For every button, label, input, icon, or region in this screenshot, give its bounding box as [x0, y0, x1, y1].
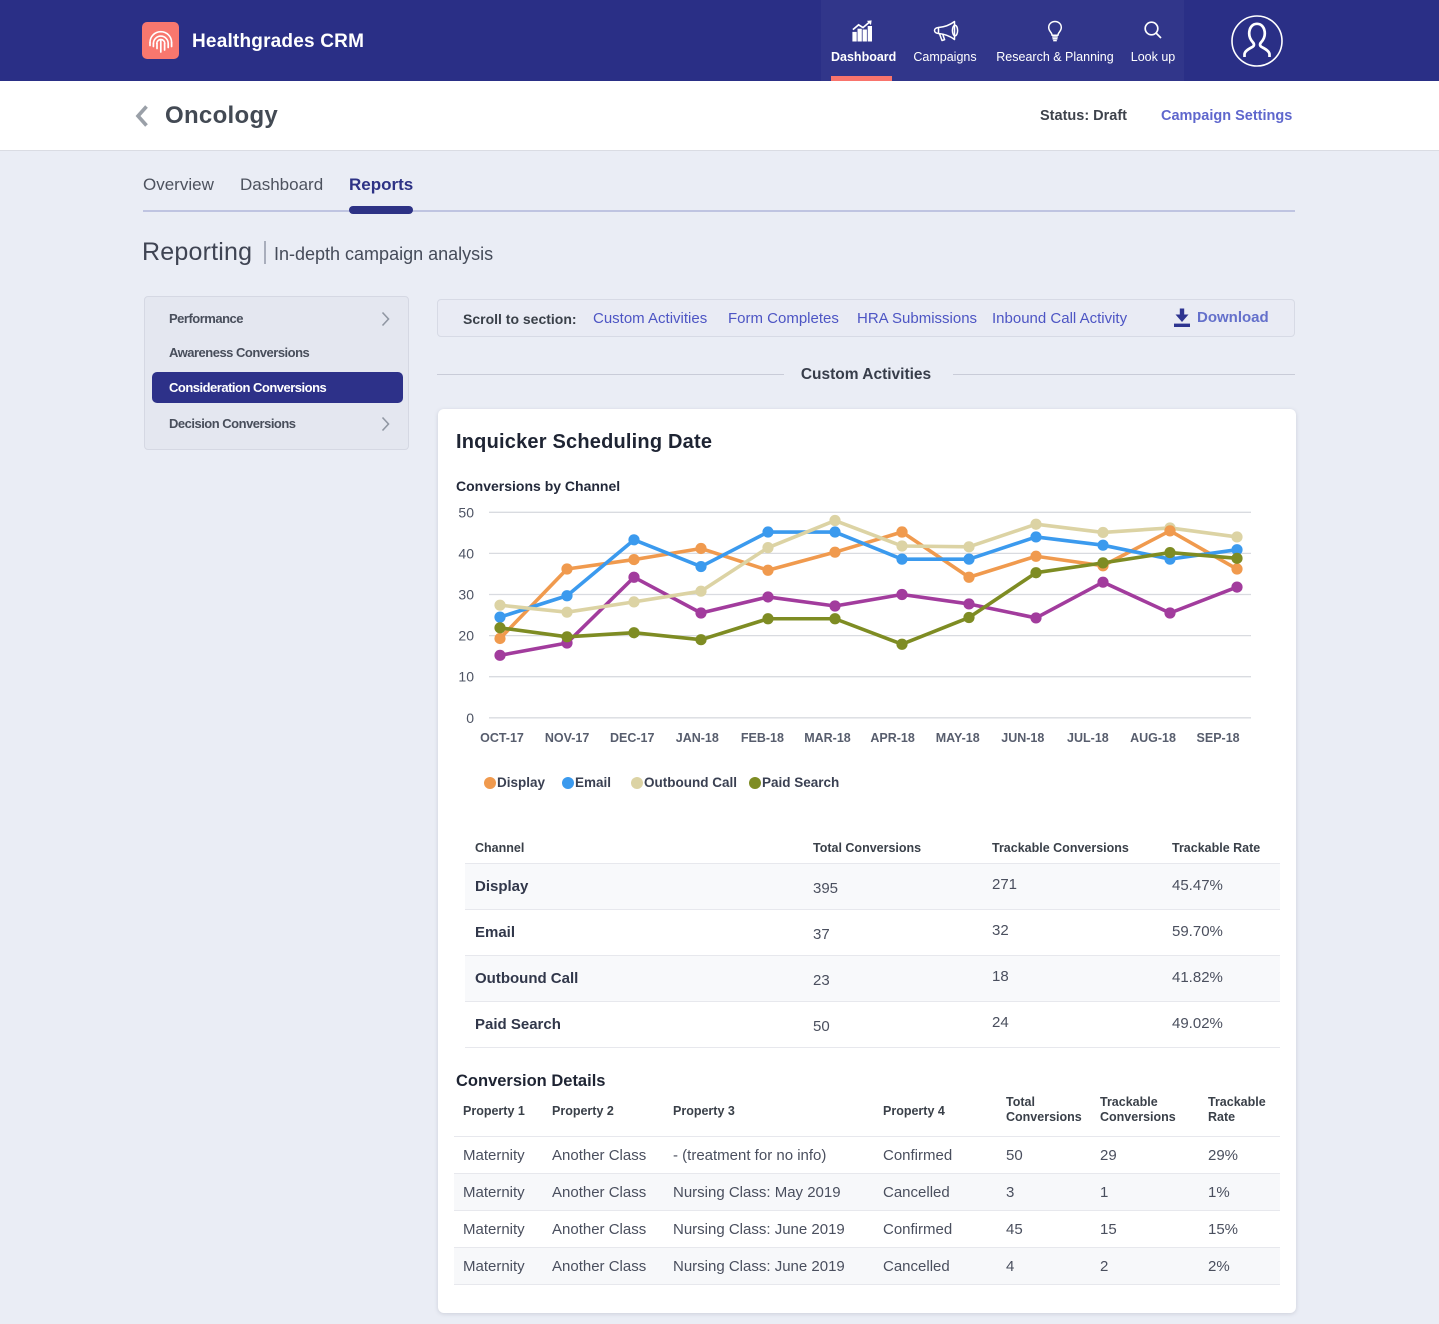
svg-text:20: 20	[458, 628, 474, 644]
svg-text:AUG-18: AUG-18	[1130, 731, 1176, 745]
svg-text:JUN-18: JUN-18	[1001, 731, 1044, 745]
svg-text:50: 50	[458, 504, 474, 520]
svg-text:OCT-17: OCT-17	[480, 731, 524, 745]
svg-text:40: 40	[458, 545, 474, 561]
svg-text:0: 0	[466, 710, 474, 726]
svg-text:NOV-17: NOV-17	[545, 731, 590, 745]
svg-text:JAN-18: JAN-18	[676, 731, 719, 745]
svg-text:APR-18: APR-18	[870, 731, 915, 745]
svg-text:10: 10	[458, 669, 474, 685]
svg-text:MAY-18: MAY-18	[936, 731, 980, 745]
svg-text:SEP-18: SEP-18	[1197, 731, 1240, 745]
svg-text:DEC-17: DEC-17	[610, 731, 655, 745]
svg-text:30: 30	[458, 587, 474, 603]
svg-text:JUL-18: JUL-18	[1067, 731, 1109, 745]
svg-text:MAR-18: MAR-18	[804, 731, 851, 745]
svg-text:FEB-18: FEB-18	[741, 731, 784, 745]
